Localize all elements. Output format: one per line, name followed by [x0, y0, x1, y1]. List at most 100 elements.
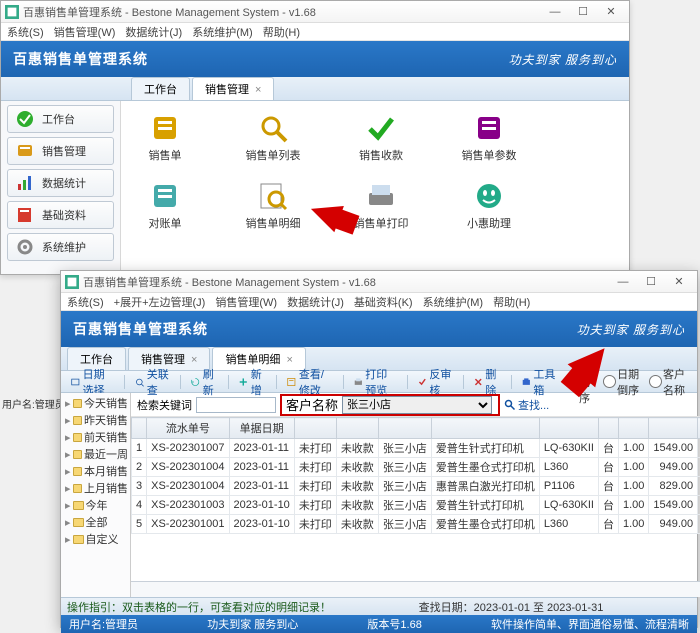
column-header[interactable]: 单据日期	[229, 418, 294, 439]
cell: 未收款	[336, 515, 378, 534]
cell: 2	[132, 458, 147, 477]
column-header[interactable]	[378, 418, 431, 439]
workspace-icon[interactable]: 小惠助理	[455, 181, 523, 231]
side-button[interactable]: 系统维护	[7, 233, 114, 261]
table-row[interactable]: 4XS-2023010032023-01-10未打印未收款张三小店爱普生针式打印…	[132, 496, 700, 515]
date-tree: ▸今天销售▸昨天销售▸前天销售▸最近一周▸本月销售▸上月销售▸今年▸全部▸自定义	[61, 393, 131, 597]
column-header[interactable]	[431, 418, 539, 439]
icon-label: 销售收款	[359, 147, 403, 163]
menu-item[interactable]: 销售管理(W)	[215, 294, 277, 310]
tree-node[interactable]: ▸今天销售	[63, 395, 128, 412]
tab[interactable]: 工作台	[131, 77, 190, 100]
maximize-button[interactable]: ☐	[569, 2, 597, 22]
status-date: 查找日期：2023-01-01 至 2023-01-31	[419, 599, 604, 615]
customer-select[interactable]: 张三小店	[342, 396, 492, 414]
tree-node[interactable]: ▸前天销售	[63, 429, 128, 446]
workspace-icon[interactable]: 销售单打印	[347, 181, 415, 231]
view-radio[interactable]	[649, 375, 662, 388]
tree-node[interactable]: ▸本月销售	[63, 463, 128, 480]
column-header[interactable]	[336, 418, 378, 439]
menu-item[interactable]: 帮助(H)	[493, 294, 530, 310]
module-icon	[474, 181, 504, 211]
table-row[interactable]: 1XS-2023010072023-01-11未打印未收款张三小店爱普生针式打印…	[132, 439, 700, 458]
side-label: 基础资料	[42, 207, 86, 223]
table-row[interactable]: 3XS-2023010042023-01-11未打印未收款张三小店惠普黑白激光打…	[132, 477, 700, 496]
toolbar-icon	[135, 376, 144, 388]
column-header[interactable]	[618, 418, 648, 439]
cell: 惠普黑白激光打印机	[431, 477, 539, 496]
column-header[interactable]: 流水单号	[147, 418, 229, 439]
cell: XS-202301001	[147, 515, 229, 534]
column-header[interactable]	[649, 418, 698, 439]
column-header[interactable]	[294, 418, 336, 439]
keyword-label: 检索关键词	[137, 397, 192, 413]
module-icon	[366, 113, 396, 143]
menu-item[interactable]: 销售管理(W)	[54, 24, 116, 40]
cell: 台	[598, 458, 618, 477]
workspace-icon[interactable]: 销售单	[131, 113, 199, 163]
folder-icon	[73, 518, 84, 527]
menubar: 系统(S) 销售管理(W) 数据统计(J) 系统维护(M) 帮助(H)	[1, 23, 629, 41]
menu-item[interactable]: 系统维护(M)	[192, 24, 253, 40]
workspace-icon[interactable]: 对账单	[131, 181, 199, 231]
workspace-icon[interactable]: 销售单参数	[455, 113, 523, 163]
cell: 爱普生墨仓式打印机	[431, 515, 539, 534]
cell: 1.00	[618, 515, 648, 534]
side-button[interactable]: 基础资料	[7, 201, 114, 229]
close-button[interactable]: ✕	[597, 2, 625, 22]
status-hint: 操作指引：双击表格的一行，可查看对应的明细记录！	[67, 599, 331, 615]
tree-label: 本月销售	[84, 463, 128, 479]
tree-node[interactable]: ▸全部	[63, 514, 128, 531]
cell: 1.00	[618, 496, 648, 515]
workspace-icon[interactable]: 销售单列表	[239, 113, 307, 163]
tab[interactable]: 销售管理×	[192, 77, 274, 100]
minimize-button[interactable]: —	[609, 272, 637, 292]
menu-item[interactable]: +展开+左边管理(J)	[114, 294, 206, 310]
menu-item[interactable]: 帮助(H)	[263, 24, 300, 40]
menu-item[interactable]: 系统(S)	[7, 24, 44, 40]
tree-node[interactable]: ▸最近一周	[63, 446, 128, 463]
close-icon[interactable]: ×	[255, 84, 261, 96]
keyword-input[interactable]	[196, 397, 276, 413]
side-menu: 工作台销售管理数据统计基础资料系统维护	[1, 101, 121, 274]
cell: P1106	[539, 477, 598, 496]
side-button[interactable]: 数据统计	[7, 169, 114, 197]
tree-node[interactable]: ▸今年	[63, 497, 128, 514]
side-icon	[16, 238, 34, 256]
cell: 未打印	[294, 477, 336, 496]
module-icon	[150, 113, 180, 143]
column-header[interactable]	[132, 418, 147, 439]
tree-label: 上月销售	[84, 480, 128, 496]
side-button[interactable]: 销售管理	[7, 137, 114, 165]
column-header[interactable]	[539, 418, 598, 439]
data-grid[interactable]: 流水单号单据日期价格金额1XS-2023010072023-01-11未打印未收…	[131, 417, 700, 534]
tree-node[interactable]: ▸自定义	[63, 531, 128, 548]
toolbar-icon	[71, 376, 80, 388]
folder-icon	[73, 416, 82, 425]
menu-item[interactable]: 数据统计(J)	[287, 294, 344, 310]
find-button[interactable]: 查找...	[504, 397, 549, 413]
menu-item[interactable]: 数据统计(J)	[125, 24, 182, 40]
column-header[interactable]	[598, 418, 618, 439]
menu-item[interactable]: 基础资料(K)	[354, 294, 413, 310]
workspace-icon[interactable]: 销售单明细	[239, 181, 307, 231]
side-button[interactable]: 工作台	[7, 105, 114, 133]
cell: 未收款	[336, 458, 378, 477]
tree-node[interactable]: ▸上月销售	[63, 480, 128, 497]
table-row[interactable]: 5XS-2023010012023-01-10未打印未收款张三小店爱普生墨仓式打…	[132, 515, 700, 534]
view-radio[interactable]	[603, 375, 616, 388]
slogan: 功夫到家 服务到心	[509, 51, 617, 68]
table-row[interactable]: 2XS-2023010042023-01-11未打印未收款张三小店爱普生墨仓式打…	[132, 458, 700, 477]
maximize-button[interactable]: ☐	[637, 272, 665, 292]
close-button[interactable]: ✕	[665, 272, 693, 292]
menu-item[interactable]: 系统(S)	[67, 294, 104, 310]
tree-label: 最近一周	[84, 446, 128, 462]
workspace-icon[interactable]: 销售收款	[347, 113, 415, 163]
cell: 未打印	[294, 439, 336, 458]
tree-node[interactable]: ▸昨天销售	[63, 412, 128, 429]
menu-item[interactable]: 系统维护(M)	[423, 294, 484, 310]
workspace-icons: 销售单销售单列表销售收款 销售单参数对账单销售单明细销售单打印小惠助理	[121, 101, 629, 274]
window-title: 百惠销售单管理系统 - Bestone Management System - …	[83, 274, 609, 290]
minimize-button[interactable]: —	[541, 2, 569, 22]
tree-label: 昨天销售	[84, 412, 128, 428]
